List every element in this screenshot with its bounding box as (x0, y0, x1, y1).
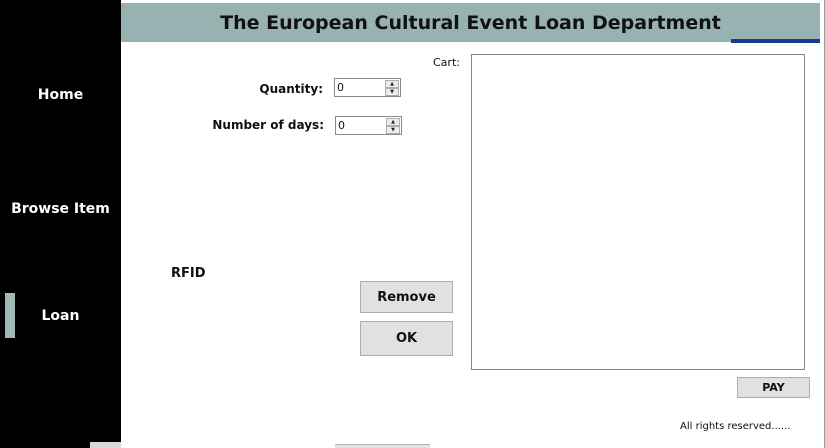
quantity-stepper[interactable]: ▲ ▼ (334, 78, 401, 97)
quantity-decrement-icon[interactable]: ▼ (385, 88, 399, 96)
page-header: The European Cultural Event Loan Departm… (121, 3, 820, 42)
sidebar-item-browse-item[interactable]: Browse Item (0, 189, 121, 229)
sidebar-item-loan[interactable]: Loan (0, 296, 121, 336)
rfid-label: RFID (171, 266, 206, 281)
days-decrement-icon[interactable]: ▼ (386, 126, 400, 134)
number-of-days-label: Number of days: (212, 118, 324, 132)
sidebar: Home Browse Item Loan (0, 0, 121, 448)
number-of-days-input[interactable] (337, 117, 387, 134)
remove-button[interactable]: Remove (360, 281, 453, 313)
footer-copyright: All rights reserved...... (680, 421, 791, 432)
pay-button[interactable]: PAY (737, 377, 810, 398)
ok-button[interactable]: OK (360, 321, 453, 356)
quantity-input[interactable] (336, 79, 386, 96)
sidebar-scroll-edge (90, 442, 121, 448)
page-title: The European Cultural Event Loan Departm… (220, 11, 721, 34)
number-of-days-stepper[interactable]: ▲ ▼ (335, 116, 402, 135)
quantity-label: Quantity: (259, 82, 323, 96)
cart-label: Cart: (433, 56, 460, 69)
sidebar-item-home[interactable]: Home (0, 75, 121, 115)
days-increment-icon[interactable]: ▲ (386, 118, 400, 126)
cart-list[interactable] (471, 54, 805, 370)
bottom-scrollbar-edge (335, 444, 430, 448)
header-accent-bar (731, 39, 820, 43)
quantity-increment-icon[interactable]: ▲ (385, 80, 399, 88)
quantity-spin-buttons: ▲ ▼ (385, 80, 399, 96)
days-spin-buttons: ▲ ▼ (386, 118, 400, 134)
